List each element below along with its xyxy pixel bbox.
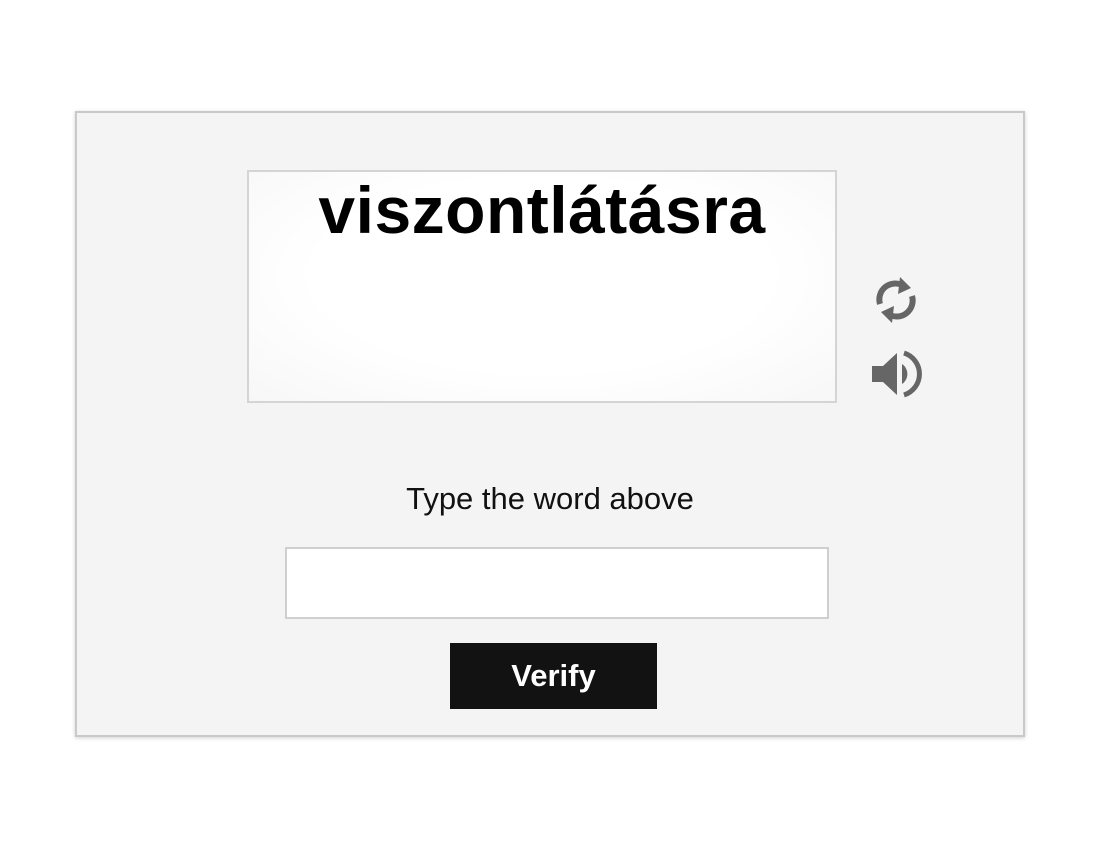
captcha-instruction: Type the word above — [406, 481, 694, 516]
captcha-image: viszontlátásra — [247, 170, 837, 403]
captcha-word: viszontlátásra — [318, 173, 766, 247]
verify-button[interactable]: Verify — [450, 643, 657, 709]
refresh-icon — [876, 277, 916, 323]
captcha-answer-input[interactable] — [285, 547, 829, 619]
speaker-icon — [872, 350, 922, 398]
refresh-captcha-button[interactable] — [869, 273, 923, 327]
audio-captcha-button[interactable] — [869, 347, 923, 401]
captcha-panel: viszontlátásra Type the word above Verif… — [75, 111, 1025, 737]
